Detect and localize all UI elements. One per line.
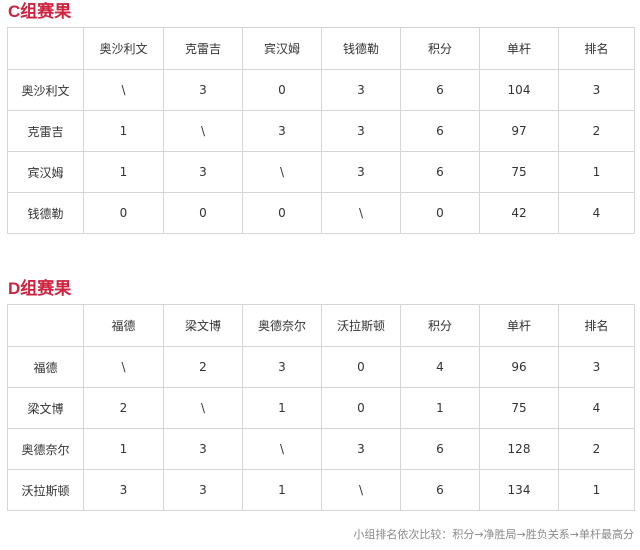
- group-d-title: D组赛果: [8, 279, 72, 298]
- table-row: 宾汉姆 1 3 \ 3 6 75 1: [7, 151, 635, 193]
- header-cell: 钱德勒: [321, 27, 401, 70]
- table-cell: 3: [242, 110, 322, 152]
- points-cell: 6: [400, 110, 480, 152]
- table-cell: 0: [242, 192, 322, 234]
- table-cell: 1: [242, 387, 322, 429]
- table-cell: \: [321, 192, 401, 234]
- points-cell: 1: [400, 387, 480, 429]
- player-name-cell: 沃拉斯顿: [7, 469, 84, 511]
- table-row: 梁文博 2 \ 1 0 1 75 4: [7, 387, 635, 429]
- group-d-table: 福德 梁文博 奥德奈尔 沃拉斯顿 积分 单杆 排名 福德 \ 2 3 0 4 9…: [7, 304, 635, 511]
- rank-cell: 4: [558, 387, 635, 429]
- header-cell: 宾汉姆: [242, 27, 322, 70]
- table-cell: 0: [163, 192, 243, 234]
- table-row: 钱德勒 0 0 0 \ 0 42 4: [7, 192, 635, 234]
- header-cell: 排名: [558, 27, 635, 70]
- table-row: 奥德奈尔 1 3 \ 3 6 128 2: [7, 428, 635, 470]
- table-cell: 1: [83, 428, 164, 470]
- rank-cell: 4: [558, 192, 635, 234]
- player-name-cell: 梁文博: [7, 387, 84, 429]
- table-cell: \: [242, 428, 322, 470]
- table-cell: 3: [321, 151, 401, 193]
- rank-cell: 1: [558, 151, 635, 193]
- high-break-cell: 75: [479, 387, 559, 429]
- table-cell: 3: [321, 69, 401, 111]
- table-cell: 3: [163, 69, 243, 111]
- header-cell: 奥德奈尔: [242, 304, 322, 347]
- player-name-cell: 奥沙利文: [7, 69, 84, 111]
- high-break-cell: 42: [479, 192, 559, 234]
- table-cell: 3: [163, 151, 243, 193]
- rank-cell: 2: [558, 428, 635, 470]
- table-cell: 3: [242, 346, 322, 388]
- player-name-cell: 克雷吉: [7, 110, 84, 152]
- rank-cell: 1: [558, 469, 635, 511]
- table-cell: 1: [83, 151, 164, 193]
- group-c-title: C组赛果: [8, 2, 72, 21]
- table-cell: \: [163, 387, 243, 429]
- points-cell: 6: [400, 469, 480, 511]
- table-cell: 1: [83, 110, 164, 152]
- high-break-cell: 104: [479, 69, 559, 111]
- header-cell: 奥沙利文: [83, 27, 164, 70]
- points-cell: 6: [400, 151, 480, 193]
- table-cell: \: [83, 69, 164, 111]
- points-cell: 6: [400, 428, 480, 470]
- header-cell: 积分: [400, 304, 480, 347]
- table-cell: 3: [321, 110, 401, 152]
- table-cell: 3: [321, 428, 401, 470]
- rank-cell: 2: [558, 110, 635, 152]
- header-cell: 克雷吉: [163, 27, 243, 70]
- table-header-row: 福德 梁文博 奥德奈尔 沃拉斯顿 积分 单杆 排名: [7, 304, 635, 347]
- header-cell: [7, 27, 84, 70]
- high-break-cell: 128: [479, 428, 559, 470]
- header-cell: [7, 304, 84, 347]
- header-cell: 排名: [558, 304, 635, 347]
- player-name-cell: 奥德奈尔: [7, 428, 84, 470]
- header-cell: 单杆: [479, 27, 559, 70]
- table-row: 克雷吉 1 \ 3 3 6 97 2: [7, 110, 635, 152]
- table-cell: 0: [83, 192, 164, 234]
- table-cell: 0: [242, 69, 322, 111]
- high-break-cell: 96: [479, 346, 559, 388]
- group-c-table: 奥沙利文 克雷吉 宾汉姆 钱德勒 积分 单杆 排名 奥沙利文 \ 3 0 3 6…: [7, 27, 635, 234]
- header-cell: 单杆: [479, 304, 559, 347]
- table-row: 奥沙利文 \ 3 0 3 6 104 3: [7, 69, 635, 111]
- table-cell: 2: [83, 387, 164, 429]
- table-cell: 1: [242, 469, 322, 511]
- header-cell: 福德: [83, 304, 164, 347]
- points-cell: 4: [400, 346, 480, 388]
- table-cell: \: [163, 110, 243, 152]
- header-cell: 沃拉斯顿: [321, 304, 401, 347]
- table-cell: 0: [321, 387, 401, 429]
- player-name-cell: 福德: [7, 346, 84, 388]
- table-cell: 3: [163, 428, 243, 470]
- table-cell: 0: [321, 346, 401, 388]
- points-cell: 6: [400, 69, 480, 111]
- table-cell: 2: [163, 346, 243, 388]
- table-row: 沃拉斯顿 3 3 1 \ 6 134 1: [7, 469, 635, 511]
- player-name-cell: 钱德勒: [7, 192, 84, 234]
- table-cell: 3: [83, 469, 164, 511]
- table-row: 福德 \ 2 3 0 4 96 3: [7, 346, 635, 388]
- table-cell: \: [83, 346, 164, 388]
- rank-cell: 3: [558, 69, 635, 111]
- table-cell: \: [321, 469, 401, 511]
- rank-cell: 3: [558, 346, 635, 388]
- table-header-row: 奥沙利文 克雷吉 宾汉姆 钱德勒 积分 单杆 排名: [7, 27, 635, 70]
- high-break-cell: 97: [479, 110, 559, 152]
- points-cell: 0: [400, 192, 480, 234]
- table-cell: \: [242, 151, 322, 193]
- header-cell: 梁文博: [163, 304, 243, 347]
- ranking-rule-footnote: 小组排名依次比较：积分→净胜局→胜负关系→单杆最高分: [353, 528, 634, 541]
- player-name-cell: 宾汉姆: [7, 151, 84, 193]
- header-cell: 积分: [400, 27, 480, 70]
- table-cell: 3: [163, 469, 243, 511]
- high-break-cell: 75: [479, 151, 559, 193]
- high-break-cell: 134: [479, 469, 559, 511]
